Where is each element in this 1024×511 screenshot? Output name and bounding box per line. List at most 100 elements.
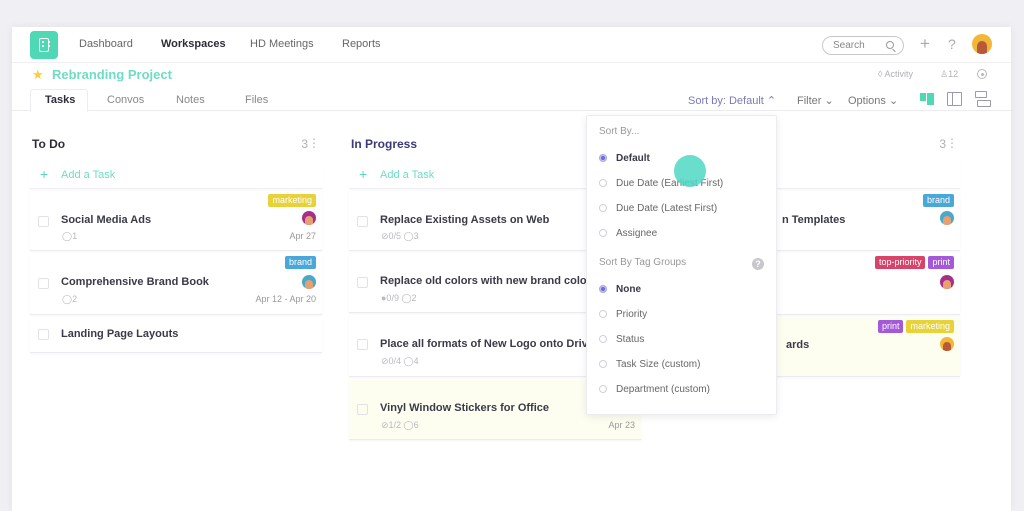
task-title: Place all formats of New Logo onto Drive: [380, 338, 594, 350]
cursor-indicator: [674, 155, 706, 187]
tag-option-none[interactable]: None: [599, 284, 641, 295]
options-button[interactable]: Options ⌄: [848, 94, 898, 107]
tag-groups-heading: Sort By Tag Groups: [599, 257, 687, 268]
task-date: Apr 23: [608, 420, 635, 430]
task-date: Apr 27: [289, 231, 316, 241]
task-title: Landing Page Layouts: [61, 328, 179, 340]
add-button[interactable]: +: [920, 34, 930, 54]
column-count: 3: [939, 137, 946, 151]
task-card[interactable]: marketing Social Media Ads ◯1 Apr 27: [30, 191, 322, 251]
help-button[interactable]: ?: [948, 36, 956, 52]
column-title: To Do: [32, 137, 66, 151]
kanban-view-icon[interactable]: [920, 93, 934, 105]
task-checkbox[interactable]: [357, 216, 368, 227]
tag-marketing: marketing: [268, 194, 316, 207]
task-card[interactable]: Landing Page Layouts: [30, 317, 322, 353]
sort-option-assignee[interactable]: Assignee: [599, 228, 657, 239]
column-count: 3: [301, 137, 308, 151]
task-meta: ◯2: [62, 294, 78, 304]
chevron-down-icon: ⌄: [888, 95, 899, 107]
nav-reports[interactable]: Reports: [342, 38, 381, 50]
chevron-down-icon: ⌄: [824, 95, 834, 107]
tag-brand: brand: [284, 256, 316, 269]
tabs-bar: Tasks Convos Notes Files Sort by: Defaul…: [12, 89, 1011, 112]
tag-option-priority[interactable]: Priority: [599, 309, 647, 320]
more-icon[interactable]: ⋮: [308, 136, 320, 150]
radio-selected: [599, 154, 607, 162]
task-title: Social Media Ads: [61, 214, 152, 226]
tab-convos[interactable]: Convos: [107, 94, 144, 106]
sort-option-due-earliest[interactable]: Due Date (Earliest First): [599, 178, 723, 189]
sort-option-default[interactable]: Default: [599, 153, 650, 164]
radio: [599, 385, 607, 393]
radio: [599, 335, 607, 343]
task-title: ards: [786, 339, 810, 351]
app-window: Dashboard Workspaces HD Meetings Reports…: [12, 27, 1011, 511]
task-meta: ◯1: [62, 231, 78, 241]
more-icon[interactable]: ⋮: [946, 136, 958, 150]
assignee-avatar: [940, 275, 954, 289]
help-icon[interactable]: ?: [752, 258, 764, 270]
plus-icon: +: [40, 166, 49, 182]
radio: [599, 360, 607, 368]
filter-button[interactable]: Filter ⌄: [797, 94, 834, 107]
assignee-avatar: [302, 275, 316, 289]
tag-option-task-size[interactable]: Task Size (custom): [599, 359, 700, 370]
tab-notes[interactable]: Notes: [176, 94, 205, 106]
building-icon: [39, 38, 50, 52]
search-icon: [886, 41, 894, 49]
activity-link[interactable]: ◊ Activity: [878, 69, 913, 79]
plus-icon: +: [359, 166, 368, 182]
task-checkbox[interactable]: [357, 277, 368, 288]
search-input[interactable]: Search: [822, 36, 904, 55]
radio: [599, 310, 607, 318]
add-task-button[interactable]: + Add a Task: [30, 163, 322, 189]
settings-icon[interactable]: [977, 69, 987, 79]
task-meta: ⊘0/5 ◯3: [381, 231, 419, 241]
members-count[interactable]: ♙12: [940, 69, 958, 80]
radio-selected: [599, 285, 607, 293]
add-task-label: Add a Task: [380, 169, 435, 181]
split-view-icon[interactable]: [947, 92, 962, 106]
task-checkbox[interactable]: [357, 404, 368, 415]
nav-dashboard[interactable]: Dashboard: [79, 38, 133, 50]
assignee-avatar: [940, 211, 954, 225]
star-icon[interactable]: ★: [32, 67, 44, 83]
tag-brand: brand: [922, 194, 954, 207]
add-task-label: Add a Task: [61, 169, 116, 181]
user-avatar[interactable]: [972, 34, 992, 54]
sort-option-due-latest[interactable]: Due Date (Latest First): [599, 203, 717, 214]
tab-tasks[interactable]: Tasks: [45, 94, 75, 106]
tag-print: print: [877, 320, 904, 333]
task-checkbox[interactable]: [38, 216, 49, 227]
tag-option-department[interactable]: Department (custom): [599, 384, 710, 395]
task-date: Apr 12 - Apr 20: [255, 294, 316, 304]
column-title: In Progress: [351, 137, 418, 151]
nav-workspaces[interactable]: Workspaces: [161, 38, 226, 50]
tag-print: print: [928, 256, 954, 269]
radio: [599, 179, 607, 187]
task-checkbox[interactable]: [38, 329, 49, 340]
task-checkbox[interactable]: [38, 278, 49, 289]
nav-hd-meetings[interactable]: HD Meetings: [250, 38, 314, 50]
app-logo[interactable]: [30, 31, 58, 59]
task-title: Replace Existing Assets on Web: [380, 214, 550, 226]
tab-files[interactable]: Files: [245, 94, 268, 106]
project-title: Rebranding Project: [52, 67, 172, 82]
task-meta: ●0/9 ◯2: [381, 293, 417, 303]
task-meta: ⊘1/2 ◯6: [381, 420, 419, 430]
task-checkbox[interactable]: [357, 339, 368, 350]
task-card[interactable]: brand Comprehensive Brand Book ◯2 Apr 12…: [30, 253, 322, 315]
chevron-up-icon: ⌃: [766, 95, 777, 107]
task-title: n Templates: [782, 214, 846, 226]
search-placeholder: Search: [833, 40, 865, 51]
radio: [599, 204, 607, 212]
radio: [599, 229, 607, 237]
list-view-icon[interactable]: [975, 91, 991, 107]
task-title: Replace old colors with new brand colors: [380, 275, 597, 287]
tag-marketing: marketing: [906, 320, 954, 333]
sort-by-button[interactable]: Sort by: Default ⌃: [688, 94, 776, 107]
tag-option-status[interactable]: Status: [599, 334, 644, 345]
tag-top-priority: top-priority: [874, 256, 926, 269]
person-icon: ♙: [940, 69, 949, 79]
